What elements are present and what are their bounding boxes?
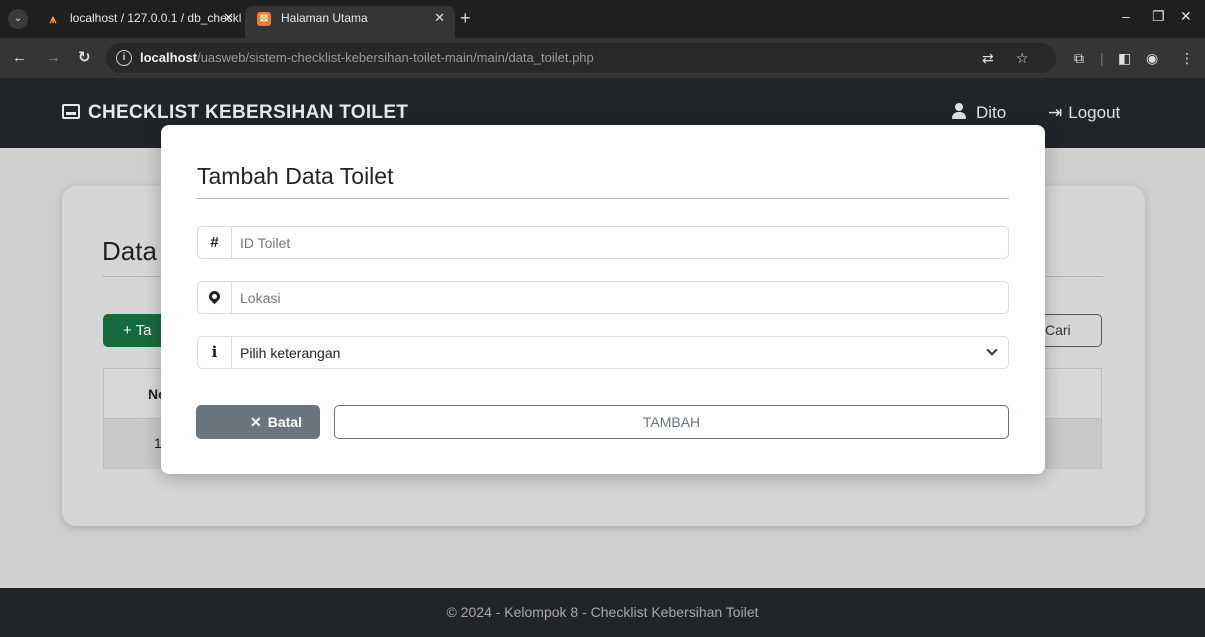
new-tab-icon[interactable]: + [460,8,471,28]
logout-label: Logout [1068,103,1121,122]
translate-icon[interactable]: ⇄ [982,49,994,67]
back-icon[interactable]: ← [12,49,27,67]
extensions-icon[interactable]: ⧉ [1074,49,1084,67]
toolbar-divider: | [1100,50,1104,66]
id-toilet-input[interactable] [232,227,1008,258]
site-info-icon[interactable]: i [116,50,132,66]
search-label: Cari [1045,322,1071,338]
brand[interactable]: CHECKLIST KEBERSIHAN TOILET [62,102,408,124]
lokasi-group [197,281,1009,314]
cancel-button[interactable]: ✕ Batal [196,405,320,439]
lokasi-input[interactable] [232,282,1008,313]
keterangan-select[interactable]: Pilih keterangan [232,337,1008,368]
brand-title: CHECKLIST KEBERSIHAN TOILET [88,102,409,123]
window-close-icon[interactable]: ✕ [1180,8,1192,25]
tab-title: localhost / 127.0.0.1 / db_checkl [70,11,242,25]
logout-link[interactable]: ⇥ Logout [1048,103,1120,123]
side-panel-icon[interactable]: ◧ [1118,49,1131,67]
location-pin-icon [198,282,232,313]
address-bar[interactable]: i localhost/uasweb/sistem-checklist-kebe… [106,43,1056,73]
browser-tab-phpmyadmin[interactable]: ⩚ localhost / 127.0.0.1 / db_checkl ✕ [34,6,244,38]
hash-icon: # [198,227,232,258]
modal-divider [197,198,1009,199]
restore-icon[interactable]: ❐ [1152,8,1165,25]
close-icon: ✕ [250,414,262,430]
close-tab-icon[interactable]: ✕ [223,6,234,30]
reload-icon[interactable]: ↻ [78,49,91,67]
phpmyadmin-icon: ⩚ [49,12,57,26]
tab-title: Halaman Utama [281,11,368,25]
profile-avatar-icon[interactable]: ◉ [1146,49,1158,67]
browser-tab-halaman-utama[interactable]: ⊠ Halaman Utama ✕ [245,6,455,38]
user-name: Dito [976,103,1007,122]
logout-icon: ⇥ [1048,103,1063,122]
footer-text: © 2024 - Kelompok 8 - Checklist Kebersih… [446,604,759,620]
tab-search-icon[interactable]: ⌄ [8,9,28,29]
forward-icon[interactable]: → [46,49,61,67]
more-menu-icon[interactable]: ⋮ [1180,49,1194,67]
keterangan-group: i Pilih keterangan [197,336,1009,369]
footer: © 2024 - Kelompok 8 - Checklist Kebersih… [0,588,1205,637]
url-text: localhost/uasweb/sistem-checklist-kebers… [140,50,594,65]
modal-title: Tambah Data Toilet [197,163,394,189]
inbox-icon [62,104,80,119]
close-tab-icon[interactable]: ✕ [434,6,445,30]
id-toilet-group: # [197,226,1009,259]
info-icon: i [198,337,232,368]
browser-toolbar: ← → ↻ i localhost/uasweb/sistem-checklis… [0,38,1205,78]
xampp-icon: ⊠ [257,12,271,26]
page-title: Data [102,236,157,266]
bookmark-star-icon[interactable]: ☆ [1016,49,1029,67]
minimize-icon[interactable]: – [1122,8,1130,24]
submit-button[interactable]: TAMBAH [334,405,1009,439]
add-toilet-modal: Tambah Data Toilet # i Pilih keterangan … [161,125,1045,474]
cancel-label: Batal [267,414,302,430]
nav-user[interactable]: Dito [952,103,1006,123]
user-icon [952,103,966,119]
browser-tab-bar: ⌄ ⩚ localhost / 127.0.0.1 / db_checkl ✕ … [0,0,1205,38]
